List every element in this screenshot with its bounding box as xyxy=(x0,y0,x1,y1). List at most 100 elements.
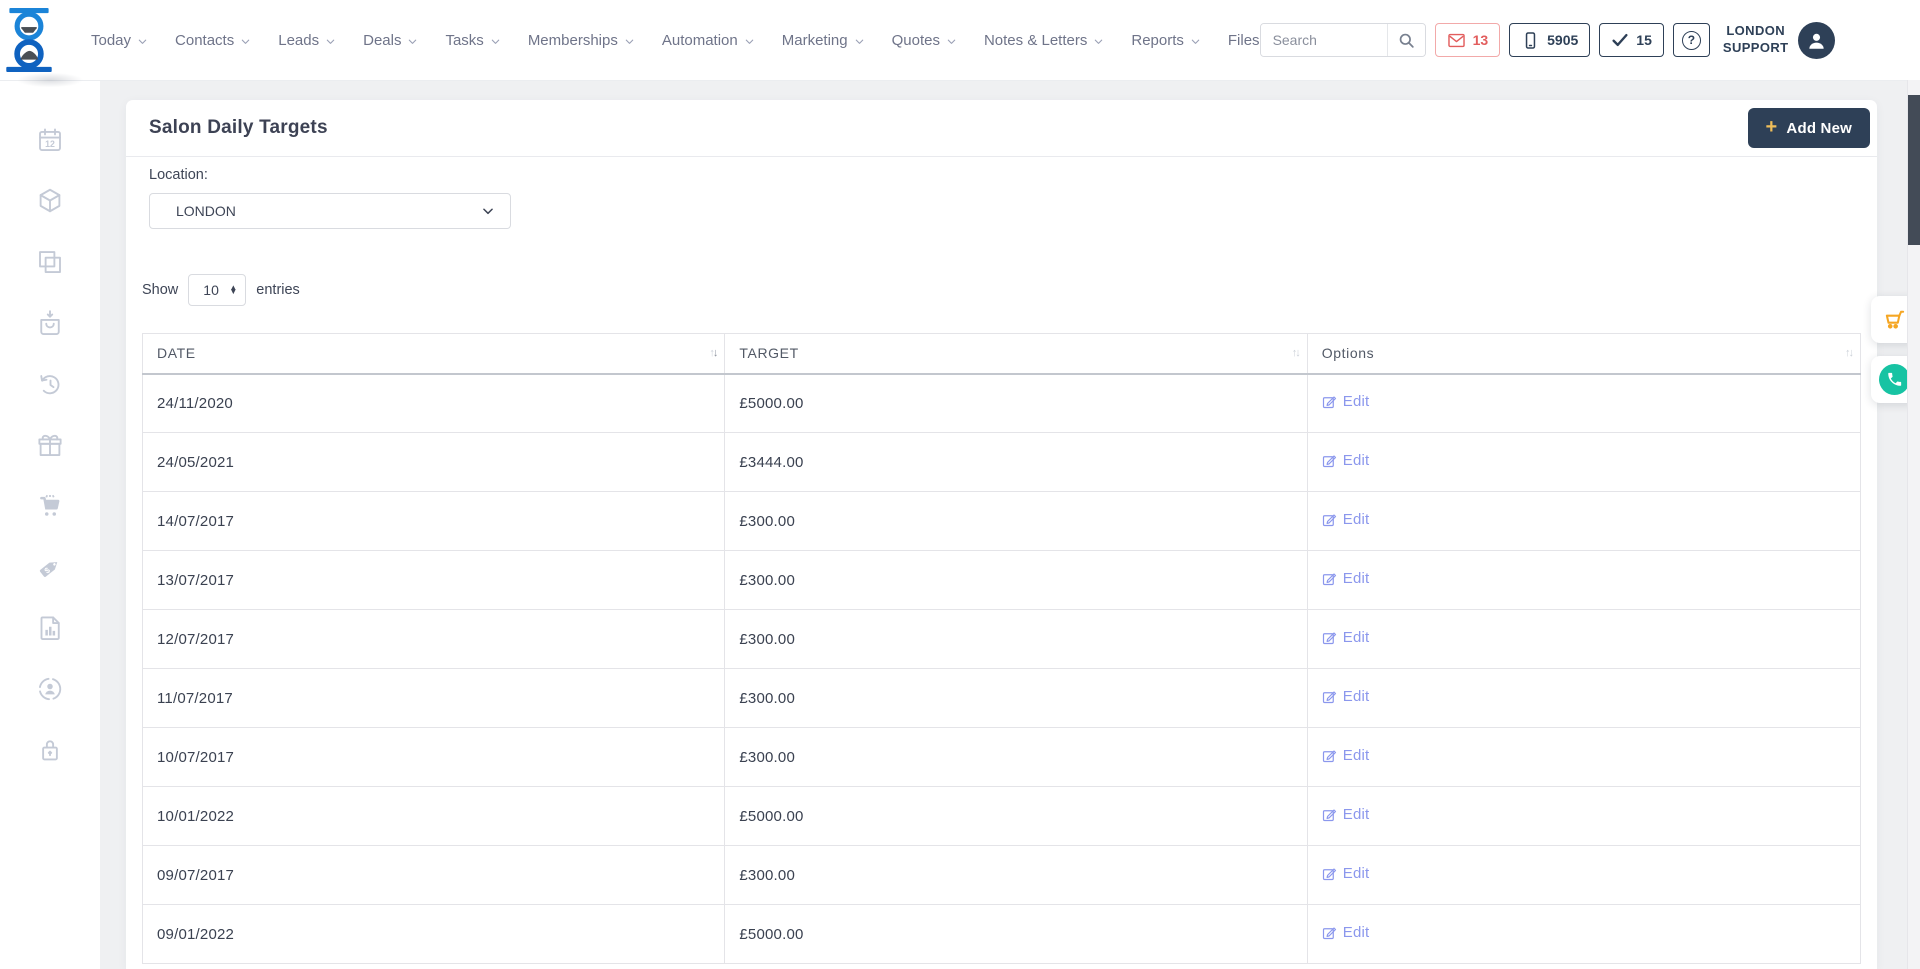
menu-item-label: Reports xyxy=(1131,32,1184,49)
edit-link[interactable]: Edit xyxy=(1322,629,1370,646)
sidebar: 12 $ xyxy=(0,80,100,969)
table-row: 12/07/2017£300.00Edit xyxy=(143,610,1861,669)
sidebar-item-cube-icon[interactable] xyxy=(35,186,65,216)
sort-icon: ↑↓ xyxy=(1292,347,1299,359)
menu-item-label: Contacts xyxy=(175,32,234,49)
sidebar-item-layers-icon[interactable] xyxy=(35,247,65,277)
bag-icon xyxy=(35,308,65,338)
chevron-down-icon xyxy=(407,36,418,47)
edit-link[interactable]: Edit xyxy=(1322,688,1370,705)
options-cell: Edit xyxy=(1307,905,1860,964)
location-select[interactable]: LONDON xyxy=(149,193,511,229)
chevron-down-icon xyxy=(325,36,336,47)
menu-item-leads[interactable]: Leads xyxy=(278,32,336,49)
chevron-down-icon xyxy=(854,36,865,47)
options-cell: Edit xyxy=(1307,551,1860,610)
phone-icon xyxy=(1879,364,1910,395)
table-row: 11/07/2017£300.00Edit xyxy=(143,669,1861,728)
search-button[interactable] xyxy=(1387,24,1425,56)
app-logo[interactable] xyxy=(0,8,58,72)
entries-select[interactable]: 10 ▲▼ xyxy=(188,274,246,306)
location-label: Location: xyxy=(149,167,1861,183)
cube-icon xyxy=(35,186,65,216)
calls-badge[interactable]: 5905 xyxy=(1509,23,1590,57)
menu-item-marketing[interactable]: Marketing xyxy=(782,32,865,49)
chevron-down-icon xyxy=(946,36,957,47)
edit-icon xyxy=(1322,453,1337,468)
targets-table: DATE↑↓TARGET↑↓Options↑↓ 24/11/2020£5000.… xyxy=(142,333,1861,964)
messages-badge[interactable]: 13 xyxy=(1435,23,1501,57)
table-row: 10/07/2017£300.00Edit xyxy=(143,728,1861,787)
sidebar-item-report-icon[interactable] xyxy=(35,613,65,643)
sidebar-item-bag-icon[interactable] xyxy=(35,308,65,338)
edit-link[interactable]: Edit xyxy=(1322,924,1370,941)
page-scrollbar[interactable] xyxy=(1907,80,1920,969)
sidebar-item-lock-icon[interactable] xyxy=(35,735,65,765)
date-cell: 14/07/2017 xyxy=(143,492,725,551)
add-new-button[interactable]: + Add New xyxy=(1748,108,1870,148)
chevron-down-icon xyxy=(1190,36,1201,47)
edit-link[interactable]: Edit xyxy=(1322,393,1370,410)
chevron-down-icon xyxy=(490,36,501,47)
column-label: Options xyxy=(1322,345,1374,361)
column-header-options[interactable]: Options↑↓ xyxy=(1307,334,1860,374)
column-header-target[interactable]: TARGET ↑↓ xyxy=(725,334,1307,374)
date-cell: 09/01/2022 xyxy=(143,905,725,964)
edit-link[interactable]: Edit xyxy=(1322,806,1370,823)
tasks-badge[interactable]: 15 xyxy=(1599,23,1664,57)
sidebar-item-calendar-icon[interactable]: 12 xyxy=(35,125,65,155)
menu-item-deals[interactable]: Deals xyxy=(363,32,418,49)
user-name: LONDON SUPPORT xyxy=(1723,23,1789,57)
edit-link[interactable]: Edit xyxy=(1322,865,1370,882)
options-cell: Edit xyxy=(1307,787,1860,846)
edit-link[interactable]: Edit xyxy=(1322,452,1370,469)
target-cell: £3444.00 xyxy=(725,433,1307,492)
edit-label: Edit xyxy=(1343,688,1370,705)
help-button[interactable]: ? xyxy=(1673,23,1710,57)
options-cell: Edit xyxy=(1307,492,1860,551)
edit-label: Edit xyxy=(1343,452,1370,469)
content-card: Salon Daily Targets + Add New Location: … xyxy=(126,100,1877,969)
menu-item-tasks[interactable]: Tasks xyxy=(445,32,500,49)
search-box xyxy=(1260,23,1426,57)
avatar[interactable] xyxy=(1798,22,1835,59)
edit-icon xyxy=(1322,571,1337,586)
entries-value: 10 xyxy=(203,282,219,298)
edit-icon xyxy=(1322,394,1337,409)
edit-icon xyxy=(1322,866,1337,881)
menu-item-quotes[interactable]: Quotes xyxy=(892,32,957,49)
table-row: 13/07/2017£300.00Edit xyxy=(143,551,1861,610)
edit-link[interactable]: Edit xyxy=(1322,511,1370,528)
menu-item-notes-letters[interactable]: Notes & Letters xyxy=(984,32,1104,49)
menu-item-contacts[interactable]: Contacts xyxy=(175,32,251,49)
table-head: DATE↑↓TARGET↑↓Options↑↓ xyxy=(143,334,1861,374)
search-input[interactable] xyxy=(1261,24,1387,56)
menu-item-reports[interactable]: Reports xyxy=(1131,32,1201,49)
sort-icon: ↑↓ xyxy=(709,347,716,359)
column-label: TARGET xyxy=(739,345,798,361)
menu-item-today[interactable]: Today xyxy=(91,32,148,49)
menu-item-memberships[interactable]: Memberships xyxy=(528,32,635,49)
menu-item-label: Leads xyxy=(278,32,319,49)
sidebar-item-cart-icon[interactable] xyxy=(35,491,65,521)
table-row: 09/07/2017£300.00Edit xyxy=(143,846,1861,905)
edit-link[interactable]: Edit xyxy=(1322,747,1370,764)
target-cell: £300.00 xyxy=(725,610,1307,669)
user-name-line2: SUPPORT xyxy=(1723,40,1789,57)
sidebar-item-support-icon[interactable] xyxy=(35,674,65,704)
sidebar-item-price-tag-icon[interactable]: $ xyxy=(35,552,65,582)
spinner-icon: ▲▼ xyxy=(229,286,237,295)
menu-item-label: Tasks xyxy=(445,32,483,49)
sidebar-item-gift-icon[interactable] xyxy=(35,430,65,460)
scrollbar-thumb[interactable] xyxy=(1908,95,1920,245)
sidebar-item-history-icon[interactable] xyxy=(35,369,65,399)
edit-link[interactable]: Edit xyxy=(1322,570,1370,587)
lock-icon xyxy=(35,735,65,765)
topbar: Today Contacts Leads Deals Tasks Memberships A… xyxy=(0,0,1920,80)
menu-item-files[interactable]: Files xyxy=(1228,32,1260,49)
card-header: Salon Daily Targets + Add New xyxy=(126,100,1877,157)
user-name-line1: LONDON xyxy=(1723,23,1789,40)
menu-item-automation[interactable]: Automation xyxy=(662,32,755,49)
column-header-date[interactable]: DATE↑↓ xyxy=(143,334,725,374)
menu-item-label: Marketing xyxy=(782,32,848,49)
